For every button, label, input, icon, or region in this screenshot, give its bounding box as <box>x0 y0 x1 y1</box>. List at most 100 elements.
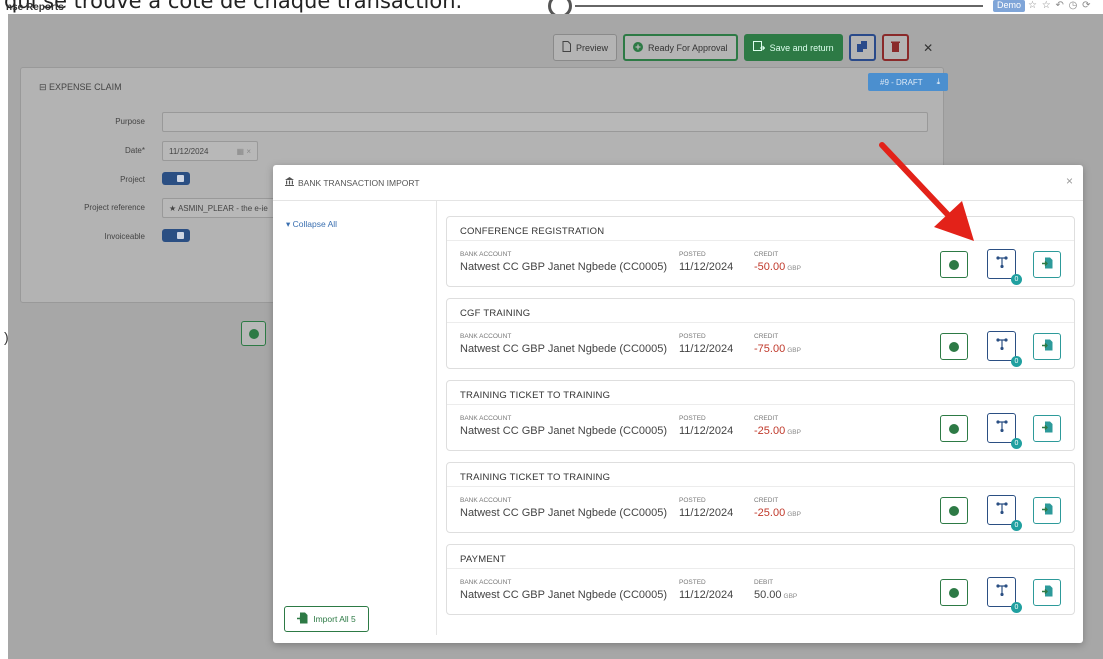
save-and-return-button[interactable]: Save and return <box>743 34 843 61</box>
import-transaction-button[interactable] <box>1033 579 1061 606</box>
bank-account-label: BANK ACCOUNT <box>460 333 512 340</box>
document-icon <box>562 41 571 54</box>
transaction-name: TRAINING TICKET TO TRAINING <box>460 390 611 401</box>
plus-circle-icon <box>248 328 259 339</box>
currency-code: GBP <box>787 429 801 436</box>
preview-label: Preview <box>576 42 609 53</box>
add-expense-button[interactable] <box>940 497 968 524</box>
add-expense-button[interactable] <box>940 251 968 278</box>
card-divider <box>447 404 1074 405</box>
file-import-icon <box>1041 338 1053 356</box>
posted-label: POSTED <box>679 415 706 422</box>
expense-claim-title: ⊟ EXPENSE CLAIM <box>39 82 122 92</box>
carousel-prev-icon[interactable]: ) <box>4 329 9 345</box>
posted-date: 11/12/2024 <box>679 343 734 355</box>
posted-date: 11/12/2024 <box>679 261 734 273</box>
add-line-button[interactable] <box>241 321 266 346</box>
top-toolbar-icons[interactable]: ☆ ☆ ↶ ◷ ⟳ <box>1028 0 1092 11</box>
save-label: Save and return <box>769 42 834 53</box>
add-expense-button[interactable] <box>940 579 968 606</box>
copy-button[interactable] <box>848 34 876 61</box>
bank-account-value: Natwest CC GBP Janet Ngbede (CC0005) <box>460 343 668 355</box>
currency-code: GBP <box>787 511 801 518</box>
invoiceable-toggle[interactable] <box>162 229 190 242</box>
app-title: nse Reports <box>6 2 64 13</box>
add-circle-icon <box>949 423 959 434</box>
add-circle-icon <box>949 259 959 270</box>
add-expense-button[interactable] <box>940 333 968 360</box>
split-count-badge: 0 <box>1011 602 1022 613</box>
add-expense-button[interactable] <box>940 415 968 442</box>
posted-date: 11/12/2024 <box>679 425 734 437</box>
project-reference-input[interactable]: ★ ASMIN_PLEAR - the e-ie <box>162 198 282 218</box>
import-all-button[interactable]: Import All 5 <box>284 606 369 632</box>
close-icon[interactable]: ✕ <box>915 34 942 61</box>
page-toolbar: Preview Ready For Approval Save and retu… <box>553 34 942 61</box>
add-circle-icon <box>949 505 959 516</box>
split-icon <box>995 337 1008 355</box>
split-transaction-button[interactable]: 0 <box>987 413 1022 449</box>
modal-close-icon[interactable]: × <box>1066 174 1073 188</box>
bank-account-label: BANK ACCOUNT <box>460 251 512 258</box>
purpose-label: Purpose <box>115 117 145 126</box>
transaction-name: TRAINING TICKET TO TRAINING <box>460 472 611 483</box>
bank-account-label: BANK ACCOUNT <box>460 415 512 422</box>
posted-label: POSTED <box>679 497 706 504</box>
split-transaction-button[interactable]: 0 <box>987 495 1022 531</box>
amount-value: -25.00 GBP <box>754 425 801 437</box>
date-input[interactable]: 11/12/2024 ▦ × <box>162 141 258 161</box>
invoiceable-label: Invoiceable <box>104 232 145 241</box>
collapse-all-link[interactable]: ▾ Collapse All <box>286 219 337 230</box>
transaction-name: CONFERENCE REGISTRATION <box>460 226 605 237</box>
split-transaction-button[interactable]: 0 <box>987 249 1022 285</box>
import-transaction-button[interactable] <box>1033 497 1061 524</box>
split-count-badge: 0 <box>1011 274 1022 285</box>
import-transaction-button[interactable] <box>1033 333 1061 360</box>
file-import-icon <box>1041 502 1053 520</box>
status-badge: #9 - DRAFT ⤓ <box>868 73 948 91</box>
split-icon <box>995 255 1008 273</box>
amount-value: -25.00 GBP <box>754 507 801 519</box>
posted-label: POSTED <box>679 251 706 258</box>
posted-label: POSTED <box>679 333 706 340</box>
split-icon <box>995 583 1008 601</box>
save-return-icon <box>752 41 765 54</box>
transaction-card: TRAINING TICKET TO TRAINING BANK ACCOUNT N… <box>446 462 1075 533</box>
delete-button[interactable] <box>881 34 909 61</box>
split-transaction-button[interactable]: 0 <box>987 331 1022 367</box>
amount-value: -75.00 GBP <box>754 343 801 355</box>
posted-label: POSTED <box>679 579 706 586</box>
currency-code: GBP <box>783 593 798 600</box>
project-toggle[interactable] <box>162 172 190 185</box>
top-divider <box>575 5 983 7</box>
file-import-icon <box>1041 420 1053 438</box>
amount-type-label: DEBIT <box>754 579 774 586</box>
split-count-badge: 0 <box>1011 356 1022 367</box>
bank-icon <box>285 177 294 188</box>
bank-account-value: Natwest CC GBP Janet Ngbede (CC0005) <box>460 589 668 601</box>
posted-date: 11/12/2024 <box>679 589 734 601</box>
amount-type-label: CREDIT <box>754 497 779 504</box>
caption-text: qui se trouve à côté de chaque transacti… <box>4 0 463 13</box>
split-count-badge: 0 <box>1011 438 1022 449</box>
split-count-badge: 0 <box>1011 520 1022 531</box>
transaction-card: CONFERENCE REGISTRATION BANK ACCOUNT Natwe… <box>446 216 1075 287</box>
split-transaction-button[interactable]: 0 <box>987 577 1022 613</box>
preview-button[interactable]: Preview <box>553 34 618 61</box>
plus-circle-icon <box>633 41 644 54</box>
import-transaction-button[interactable] <box>1033 251 1061 278</box>
date-label: Date* <box>124 146 145 155</box>
import-transaction-button[interactable] <box>1033 415 1061 442</box>
transaction-card: CGF TRAINING BANK ACCOUNT Natwest CC GBP J… <box>446 298 1075 369</box>
transaction-card: TRAINING TICKET TO TRAINING BANK ACCOUNT N… <box>446 380 1075 451</box>
ready-for-approval-button[interactable]: Ready For Approval <box>623 34 738 61</box>
amount-value: -50.00 GBP <box>754 261 801 273</box>
posted-date: 11/12/2024 <box>679 507 734 519</box>
card-divider <box>447 568 1074 569</box>
purpose-input[interactable] <box>162 112 928 132</box>
add-circle-icon <box>949 587 959 598</box>
transaction-name: PAYMENT <box>460 554 506 565</box>
bank-account-value: Natwest CC GBP Janet Ngbede (CC0005) <box>460 261 668 273</box>
download-icon[interactable]: ⤓ <box>937 77 941 87</box>
modal-title: BANK TRANSACTION IMPORT <box>285 177 420 188</box>
